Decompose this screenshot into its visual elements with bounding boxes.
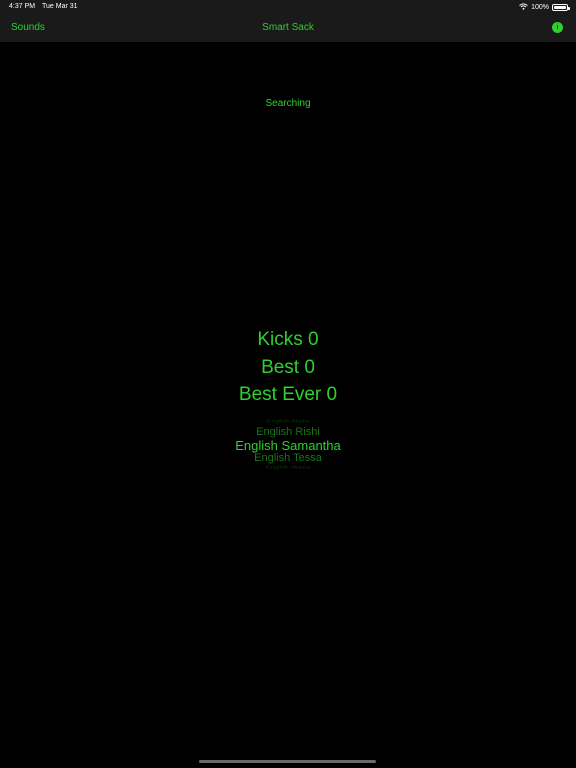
navigation-bar: Sounds Smart Sack i — [0, 14, 576, 42]
voice-option[interactable]: English Tessa — [188, 452, 388, 464]
kicks-count: Kicks 0 — [257, 329, 319, 350]
voice-option[interactable]: English Moira — [188, 419, 388, 424]
page-title: Smart Sack — [262, 22, 314, 33]
voice-picker[interactable]: English Moira English Rishi English Sama… — [188, 414, 388, 474]
info-button[interactable]: i — [552, 22, 563, 33]
info-icon: i — [556, 24, 559, 31]
voice-option[interactable]: English Rishi — [188, 426, 388, 438]
home-indicator — [199, 760, 376, 763]
battery-percent: 100% — [531, 4, 549, 11]
battery-icon — [552, 4, 570, 11]
status-right: 100% — [519, 3, 570, 12]
status-date: Tue Mar 31 — [42, 3, 78, 10]
voice-option-selected[interactable]: English Samantha — [188, 438, 388, 453]
search-status: Searching — [265, 98, 311, 109]
status-bar: 4:37 PM Tue Mar 31 100% — [0, 0, 576, 14]
status-time: 4:37 PM — [9, 3, 36, 10]
best-score: Best 0 — [261, 357, 315, 378]
voice-option[interactable]: English Veena — [188, 465, 388, 470]
wifi-icon — [519, 3, 528, 12]
best-ever-score: Best Ever 0 — [238, 384, 338, 405]
